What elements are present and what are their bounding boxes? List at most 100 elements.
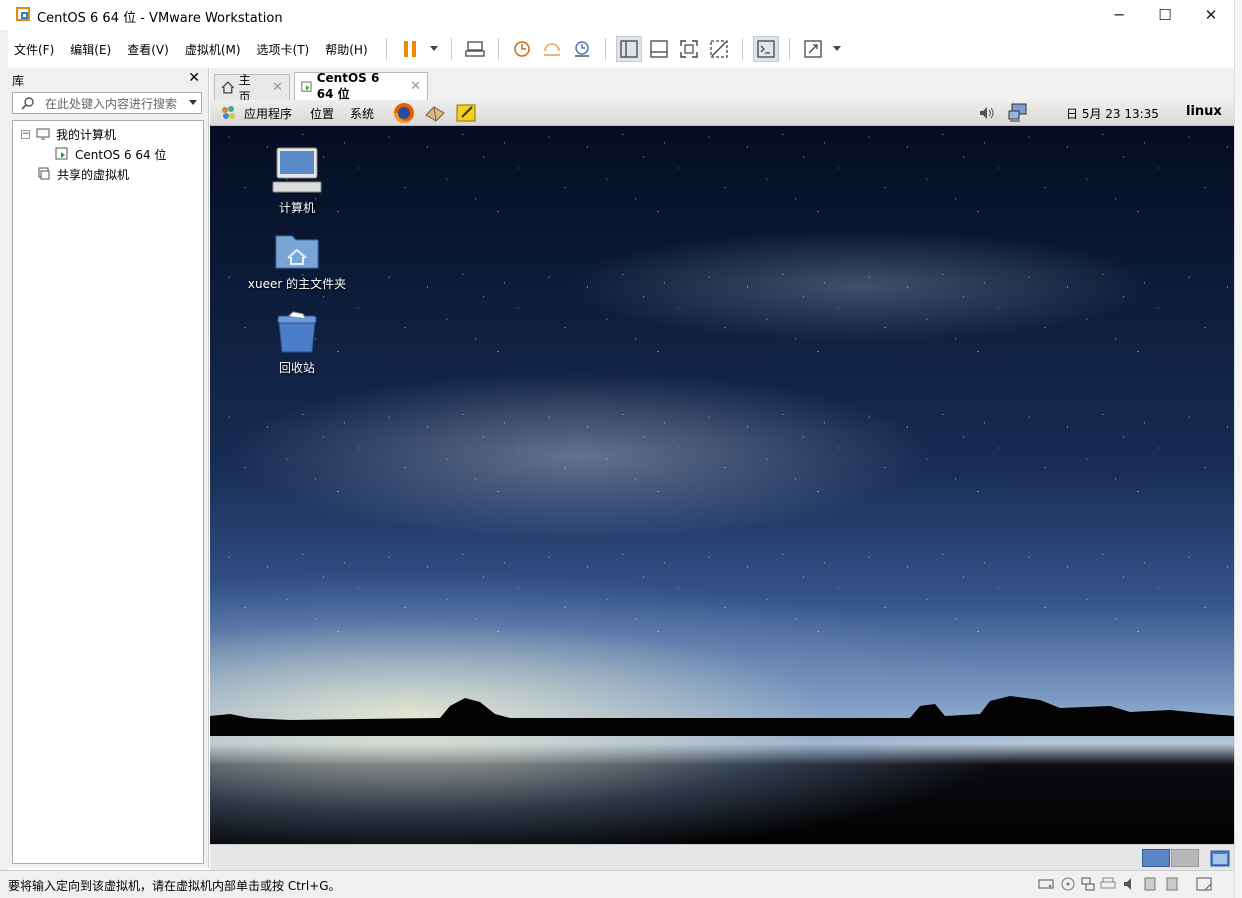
toolbar-separator bbox=[385, 38, 387, 60]
tree-item-centos-vm[interactable]: CentOS 6 64 位 bbox=[55, 145, 166, 163]
guest-desktop[interactable]: 计算机 xueer 的主文件夹 回收站 bbox=[210, 126, 1234, 844]
search-dropdown-arrow[interactable] bbox=[189, 100, 197, 105]
usb-device-icon-2[interactable] bbox=[1164, 877, 1180, 891]
menu-tabs[interactable]: 选项卡(T) bbox=[251, 41, 316, 58]
tree-item-my-computer[interactable]: − 我的计算机 bbox=[21, 125, 116, 143]
snapshot-manager-icon bbox=[574, 41, 589, 57]
collapse-toggle[interactable]: − bbox=[21, 129, 30, 139]
cd-dvd-icon[interactable] bbox=[1060, 877, 1076, 891]
toolbar-separator bbox=[497, 38, 499, 60]
library-search-input[interactable] bbox=[43, 95, 185, 113]
computer-icon bbox=[36, 128, 50, 140]
guest-bottom-panel bbox=[210, 844, 1234, 870]
guest-menu-applications[interactable]: 应用程序 bbox=[244, 105, 292, 122]
search-icon bbox=[21, 97, 34, 110]
guest-top-panel: 应用程序 位置 系统 日 5月 23 13:35 linux bbox=[210, 100, 1234, 126]
stretch-icon bbox=[803, 40, 822, 58]
tree-silhouette bbox=[210, 696, 1234, 736]
guest-clock[interactable]: 日 5月 23 13:35 bbox=[1066, 105, 1159, 122]
computer-icon bbox=[272, 147, 322, 193]
toolbar-separator bbox=[450, 38, 452, 60]
tab-home[interactable]: 主页 ✕ bbox=[214, 73, 290, 104]
minimize-button[interactable]: ─ bbox=[1096, 0, 1142, 30]
menu-help[interactable]: 帮助(H) bbox=[319, 41, 373, 58]
usb-device-icon[interactable] bbox=[1142, 877, 1158, 891]
vmware-app-icon bbox=[16, 7, 30, 21]
firefox-icon[interactable] bbox=[392, 101, 416, 125]
tree-label-centos-vm: CentOS 6 64 位 bbox=[75, 147, 167, 162]
desktop-icon-label: 回收站 bbox=[278, 361, 315, 375]
guest-menu-system[interactable]: 系统 bbox=[350, 105, 374, 122]
library-search bbox=[12, 92, 202, 114]
notes-editor-icon[interactable] bbox=[456, 103, 478, 123]
snapshot-button[interactable] bbox=[509, 36, 535, 62]
workspace-2[interactable] bbox=[1171, 849, 1199, 867]
pause-button[interactable] bbox=[397, 36, 423, 62]
status-bar: 要将输入定向到该虚拟机，请在虚拟机内部单击或按 Ctrl+G。 bbox=[0, 870, 1242, 898]
mail-client-icon[interactable] bbox=[424, 103, 446, 123]
maximize-button[interactable]: ☐ bbox=[1142, 0, 1188, 30]
toolbar-separator bbox=[788, 38, 790, 60]
network-icon[interactable] bbox=[1008, 103, 1032, 123]
console-view-button[interactable] bbox=[752, 36, 779, 62]
show-desktop-icon[interactable] bbox=[1210, 848, 1230, 868]
revert-snapshot-button[interactable] bbox=[539, 36, 565, 62]
show-library-button[interactable] bbox=[615, 36, 642, 62]
tab-centos-close[interactable]: ✕ bbox=[410, 79, 421, 94]
home-folder-icon bbox=[275, 235, 319, 269]
chevron-down-icon bbox=[832, 46, 841, 51]
tab-centos[interactable]: CentOS 6 64 位 ✕ bbox=[294, 71, 428, 101]
desktop-icon-computer[interactable]: 计算机 bbox=[242, 146, 352, 216]
desktop-icon-home[interactable]: xueer 的主文件夹 bbox=[242, 230, 352, 292]
shared-vm-icon bbox=[38, 167, 50, 180]
sound-card-icon[interactable] bbox=[1122, 877, 1138, 891]
guest-user-menu[interactable]: linux bbox=[1186, 104, 1222, 119]
message-log-icon[interactable] bbox=[1196, 877, 1212, 891]
send-ctrl-alt-del-button[interactable] bbox=[462, 36, 488, 62]
unity-button[interactable] bbox=[706, 36, 732, 62]
window-title: CentOS 6 64 位 - VMware Workstation bbox=[37, 11, 283, 26]
guest-menu-places[interactable]: 位置 bbox=[310, 105, 334, 122]
tree-label-my-computer: 我的计算机 bbox=[56, 127, 117, 142]
desktop-icon-label: xueer 的主文件夹 bbox=[247, 277, 347, 291]
right-edge bbox=[1234, 0, 1242, 898]
volume-icon[interactable] bbox=[978, 104, 996, 122]
left-edge bbox=[0, 30, 8, 898]
status-message: 要将输入定向到该虚拟机，请在虚拟机内部单击或按 Ctrl+G。 bbox=[8, 879, 341, 893]
stretch-dropdown[interactable] bbox=[830, 36, 844, 62]
stretch-guest-button[interactable] bbox=[800, 36, 826, 62]
chevron-down-icon bbox=[429, 46, 438, 51]
vm-running-icon bbox=[55, 147, 68, 160]
tab-home-close[interactable]: ✕ bbox=[272, 80, 283, 95]
home-icon bbox=[221, 81, 235, 94]
full-screen-button[interactable] bbox=[676, 36, 702, 62]
library-close-button[interactable]: ✕ bbox=[188, 70, 200, 86]
snapshot-icon bbox=[513, 41, 530, 57]
desktop-icon-trash[interactable]: 回收站 bbox=[242, 310, 352, 376]
full-screen-icon bbox=[679, 40, 698, 58]
library-tree: − 我的计算机 CentOS 6 64 位 共享的虚拟机 bbox=[12, 120, 204, 864]
menu-edit[interactable]: 编辑(E) bbox=[64, 41, 117, 58]
title-bar: CentOS 6 64 位 - VMware Workstation ─ ☐ ✕ bbox=[0, 0, 1234, 30]
library-title: 库 bbox=[12, 74, 25, 88]
tree-label-shared-vms: 共享的虚拟机 bbox=[57, 167, 130, 182]
thumbnail-layout-icon bbox=[649, 40, 668, 58]
network-adapter-icon[interactable] bbox=[1080, 877, 1096, 891]
workspace-1[interactable] bbox=[1142, 849, 1170, 867]
tab-strip: 主页 ✕ CentOS 6 64 位 ✕ bbox=[210, 68, 1234, 104]
hard-disk-icon[interactable] bbox=[1038, 877, 1054, 891]
printer-icon[interactable] bbox=[1100, 877, 1116, 891]
revert-snapshot-icon bbox=[543, 43, 560, 56]
toolbar-separator bbox=[604, 38, 606, 60]
show-thumbnail-bar-button[interactable] bbox=[646, 36, 672, 62]
menu-file[interactable]: 文件(F) bbox=[8, 41, 60, 58]
snapshot-manager-button[interactable] bbox=[569, 36, 595, 62]
desktop-icon-label: 计算机 bbox=[278, 201, 315, 215]
menu-vm[interactable]: 虚拟机(M) bbox=[179, 41, 247, 58]
menu-view[interactable]: 查看(V) bbox=[121, 41, 175, 58]
keyboard-send-icon bbox=[464, 41, 485, 57]
tree-item-shared-vms[interactable]: 共享的虚拟机 bbox=[37, 165, 129, 183]
power-dropdown[interactable] bbox=[427, 36, 441, 62]
close-button[interactable]: ✕ bbox=[1188, 0, 1234, 30]
pause-icon bbox=[403, 41, 416, 57]
